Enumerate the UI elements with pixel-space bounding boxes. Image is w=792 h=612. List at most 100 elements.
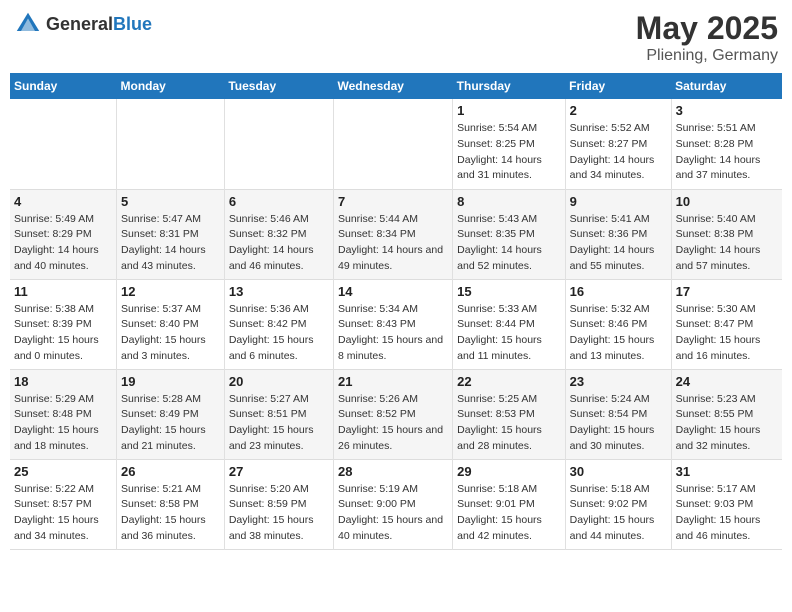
day-number: 20: [229, 374, 329, 389]
day-number: 21: [338, 374, 448, 389]
day-number: 4: [14, 194, 112, 209]
day-number: 24: [676, 374, 778, 389]
calendar-cell: [117, 99, 225, 189]
calendar-cell: 3 Sunrise: 5:51 AMSunset: 8:28 PMDaylight…: [671, 99, 782, 189]
calendar-cell: [10, 99, 117, 189]
calendar-cell: 5 Sunrise: 5:47 AMSunset: 8:31 PMDaylight…: [117, 189, 225, 279]
calendar-cell: 7 Sunrise: 5:44 AMSunset: 8:34 PMDaylight…: [333, 189, 452, 279]
day-info: Sunrise: 5:37 AMSunset: 8:40 PMDaylight:…: [121, 302, 220, 365]
calendar-week-row: 4 Sunrise: 5:49 AMSunset: 8:29 PMDaylight…: [10, 189, 782, 279]
day-number: 19: [121, 374, 220, 389]
calendar-cell: 27 Sunrise: 5:20 AMSunset: 8:59 PMDayligh…: [224, 459, 333, 549]
calendar-cell: [333, 99, 452, 189]
day-number: 22: [457, 374, 560, 389]
calendar-cell: 23Sunrise: 5:24 AMSunset: 8:54 PMDayligh…: [565, 369, 671, 459]
calendar-cell: 30 Sunrise: 5:18 AMSunset: 9:02 PMDayligh…: [565, 459, 671, 549]
calendar-cell: 13Sunrise: 5:36 AMSunset: 8:42 PMDayligh…: [224, 279, 333, 369]
calendar-cell: 19 Sunrise: 5:28 AMSunset: 8:49 PMDayligh…: [117, 369, 225, 459]
calendar-cell: 9 Sunrise: 5:41 AMSunset: 8:36 PMDaylight…: [565, 189, 671, 279]
day-info: Sunrise: 5:33 AMSunset: 8:44 PMDaylight:…: [457, 302, 560, 365]
day-info: Sunrise: 5:49 AMSunset: 8:29 PMDaylight:…: [14, 212, 112, 275]
calendar-cell: 1 Sunrise: 5:54 AMSunset: 8:25 PMDaylight…: [453, 99, 565, 189]
day-info: Sunrise: 5:40 AMSunset: 8:38 PMDaylight:…: [676, 212, 778, 275]
weekday-header: Wednesday: [333, 73, 452, 99]
logo-icon: [14, 10, 42, 38]
day-info: Sunrise: 5:47 AMSunset: 8:31 PMDaylight:…: [121, 212, 220, 275]
day-info: Sunrise: 5:22 AMSunset: 8:57 PMDaylight:…: [14, 482, 112, 545]
day-number: 9: [570, 194, 667, 209]
day-number: 17: [676, 284, 778, 299]
day-info: Sunrise: 5:20 AMSunset: 8:59 PMDaylight:…: [229, 482, 329, 545]
weekday-header: Thursday: [453, 73, 565, 99]
day-info: Sunrise: 5:21 AMSunset: 8:58 PMDaylight:…: [121, 482, 220, 545]
calendar-cell: 26 Sunrise: 5:21 AMSunset: 8:58 PMDayligh…: [117, 459, 225, 549]
day-info: Sunrise: 5:46 AMSunset: 8:32 PMDaylight:…: [229, 212, 329, 275]
weekday-header: Monday: [117, 73, 225, 99]
day-number: 6: [229, 194, 329, 209]
day-number: 1: [457, 103, 560, 118]
day-info: Sunrise: 5:54 AMSunset: 8:25 PMDaylight:…: [457, 121, 560, 184]
calendar-cell: 29Sunrise: 5:18 AMSunset: 9:01 PMDayligh…: [453, 459, 565, 549]
calendar-cell: 31Sunrise: 5:17 AMSunset: 9:03 PMDayligh…: [671, 459, 782, 549]
day-number: 3: [676, 103, 778, 118]
day-info: Sunrise: 5:52 AMSunset: 8:27 PMDaylight:…: [570, 121, 667, 184]
day-number: 2: [570, 103, 667, 118]
day-number: 25: [14, 464, 112, 479]
day-number: 26: [121, 464, 220, 479]
calendar-cell: 28 Sunrise: 5:19 AMSunset: 9:00 PMDayligh…: [333, 459, 452, 549]
day-info: Sunrise: 5:34 AMSunset: 8:43 PMDaylight:…: [338, 302, 448, 365]
weekday-header: Tuesday: [224, 73, 333, 99]
day-info: Sunrise: 5:41 AMSunset: 8:36 PMDaylight:…: [570, 212, 667, 275]
day-number: 12: [121, 284, 220, 299]
day-info: Sunrise: 5:18 AMSunset: 9:02 PMDaylight:…: [570, 482, 667, 545]
day-number: 28: [338, 464, 448, 479]
day-number: 14: [338, 284, 448, 299]
calendar-cell: 17Sunrise: 5:30 AMSunset: 8:47 PMDayligh…: [671, 279, 782, 369]
calendar-cell: 21 Sunrise: 5:26 AMSunset: 8:52 PMDayligh…: [333, 369, 452, 459]
calendar-cell: 18Sunrise: 5:29 AMSunset: 8:48 PMDayligh…: [10, 369, 117, 459]
page-header: GeneralBlue May 2025 Pliening, Germany: [10, 10, 782, 65]
calendar-cell: 12 Sunrise: 5:37 AMSunset: 8:40 PMDayligh…: [117, 279, 225, 369]
title-block: May 2025 Pliening, Germany: [636, 10, 778, 65]
day-number: 16: [570, 284, 667, 299]
weekday-header: Friday: [565, 73, 671, 99]
calendar-cell: 11Sunrise: 5:38 AMSunset: 8:39 PMDayligh…: [10, 279, 117, 369]
calendar-cell: 20 Sunrise: 5:27 AMSunset: 8:51 PMDayligh…: [224, 369, 333, 459]
day-info: Sunrise: 5:27 AMSunset: 8:51 PMDaylight:…: [229, 392, 329, 455]
calendar-header-row: SundayMondayTuesdayWednesdayThursdayFrid…: [10, 73, 782, 99]
day-info: Sunrise: 5:28 AMSunset: 8:49 PMDaylight:…: [121, 392, 220, 455]
calendar-cell: 14 Sunrise: 5:34 AMSunset: 8:43 PMDayligh…: [333, 279, 452, 369]
calendar-cell: 15 Sunrise: 5:33 AMSunset: 8:44 PMDayligh…: [453, 279, 565, 369]
day-info: Sunrise: 5:32 AMSunset: 8:46 PMDaylight:…: [570, 302, 667, 365]
calendar-week-row: 1 Sunrise: 5:54 AMSunset: 8:25 PMDaylight…: [10, 99, 782, 189]
day-info: Sunrise: 5:44 AMSunset: 8:34 PMDaylight:…: [338, 212, 448, 275]
calendar-cell: 22 Sunrise: 5:25 AMSunset: 8:53 PMDayligh…: [453, 369, 565, 459]
calendar-table: SundayMondayTuesdayWednesdayThursdayFrid…: [10, 73, 782, 550]
calendar-cell: 10 Sunrise: 5:40 AMSunset: 8:38 PMDayligh…: [671, 189, 782, 279]
day-number: 31: [676, 464, 778, 479]
day-number: 10: [676, 194, 778, 209]
day-number: 13: [229, 284, 329, 299]
calendar-cell: 8Sunrise: 5:43 AMSunset: 8:35 PMDaylight…: [453, 189, 565, 279]
weekday-header: Sunday: [10, 73, 117, 99]
day-number: 5: [121, 194, 220, 209]
day-info: Sunrise: 5:51 AMSunset: 8:28 PMDaylight:…: [676, 121, 778, 184]
day-info: Sunrise: 5:24 AMSunset: 8:54 PMDaylight:…: [570, 392, 667, 455]
day-number: 18: [14, 374, 112, 389]
day-info: Sunrise: 5:26 AMSunset: 8:52 PMDaylight:…: [338, 392, 448, 455]
calendar-week-row: 25 Sunrise: 5:22 AMSunset: 8:57 PMDayligh…: [10, 459, 782, 549]
logo-general-text: General: [46, 14, 113, 34]
day-number: 27: [229, 464, 329, 479]
weekday-header: Saturday: [671, 73, 782, 99]
calendar-week-row: 18Sunrise: 5:29 AMSunset: 8:48 PMDayligh…: [10, 369, 782, 459]
calendar-cell: 2 Sunrise: 5:52 AMSunset: 8:27 PMDaylight…: [565, 99, 671, 189]
day-number: 15: [457, 284, 560, 299]
calendar-cell: 16 Sunrise: 5:32 AMSunset: 8:46 PMDayligh…: [565, 279, 671, 369]
day-info: Sunrise: 5:19 AMSunset: 9:00 PMDaylight:…: [338, 482, 448, 545]
day-info: Sunrise: 5:23 AMSunset: 8:55 PMDaylight:…: [676, 392, 778, 455]
day-number: 30: [570, 464, 667, 479]
day-info: Sunrise: 5:18 AMSunset: 9:01 PMDaylight:…: [457, 482, 560, 545]
day-info: Sunrise: 5:25 AMSunset: 8:53 PMDaylight:…: [457, 392, 560, 455]
day-number: 7: [338, 194, 448, 209]
day-info: Sunrise: 5:43 AMSunset: 8:35 PMDaylight:…: [457, 212, 560, 275]
